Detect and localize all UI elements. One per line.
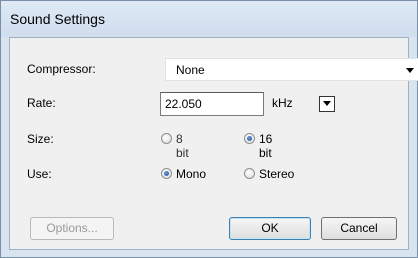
rate-input[interactable]: 22.050: [160, 92, 264, 116]
rate-dropdown-button[interactable]: [319, 96, 335, 112]
radio-selected-icon: [244, 133, 255, 144]
radio-icon: [161, 133, 172, 144]
size-8bit-label: 8 bit: [176, 132, 189, 160]
ok-button[interactable]: OK: [229, 217, 311, 240]
radio-selected-icon: [161, 168, 172, 179]
rate-unit-label: kHz: [272, 96, 293, 110]
radio-icon: [244, 168, 255, 179]
rate-label: Rate:: [27, 96, 56, 110]
size-label: Size:: [27, 132, 54, 146]
rate-value: 22.050: [165, 97, 202, 111]
sound-settings-dialog: Sound Settings Compressor: None Rate: 22…: [0, 0, 418, 258]
cancel-button[interactable]: Cancel: [321, 217, 397, 240]
chevron-down-icon: [406, 68, 414, 73]
use-mono-label: Mono: [176, 167, 207, 181]
compressor-dropdown[interactable]: None: [165, 58, 418, 81]
use-label: Use:: [27, 167, 52, 181]
dialog-title: Sound Settings: [10, 11, 105, 27]
size-16bit-label: 16 bit: [259, 132, 273, 160]
chevron-down-icon: [323, 101, 331, 106]
compressor-value: None: [176, 63, 205, 77]
title-bar[interactable]: Sound Settings: [1, 1, 417, 37]
compressor-label: Compressor:: [27, 62, 96, 76]
dialog-client-area: Compressor: None Rate: 22.050 kHz Size: …: [9, 37, 418, 250]
use-stereo-label: Stereo: [259, 167, 295, 181]
options-button[interactable]: Options...: [30, 217, 114, 240]
